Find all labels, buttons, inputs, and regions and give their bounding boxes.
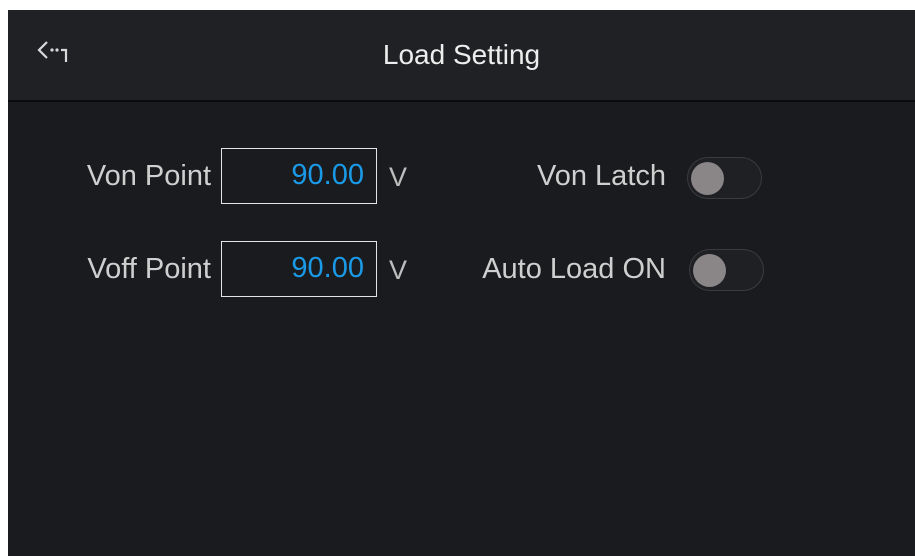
voff-point-unit: V	[389, 255, 408, 285]
auto-load-on-label: Auto Load ON	[482, 253, 666, 285]
von-latch-toggle-knob	[691, 162, 724, 195]
voff-point-label: Voff Point	[87, 253, 211, 285]
voff-point-input[interactable]: 90.00	[221, 241, 377, 297]
von-latch-toggle[interactable]	[687, 157, 762, 199]
load-setting-screen: Load Setting Von Point 90.00 V Voff Poin…	[8, 10, 915, 556]
page-title: Load Setting	[382, 39, 541, 70]
back-arrow-icon	[37, 41, 68, 62]
back-button[interactable]	[34, 38, 74, 72]
von-point-input[interactable]: 90.00	[221, 148, 377, 204]
von-point-unit: V	[389, 162, 408, 192]
auto-load-on-toggle-knob	[693, 254, 726, 287]
von-latch-label: Von Latch	[537, 160, 666, 192]
header-bar: Load Setting	[8, 10, 915, 102]
von-point-label: Von Point	[86, 160, 211, 192]
auto-load-on-toggle[interactable]	[689, 249, 764, 291]
